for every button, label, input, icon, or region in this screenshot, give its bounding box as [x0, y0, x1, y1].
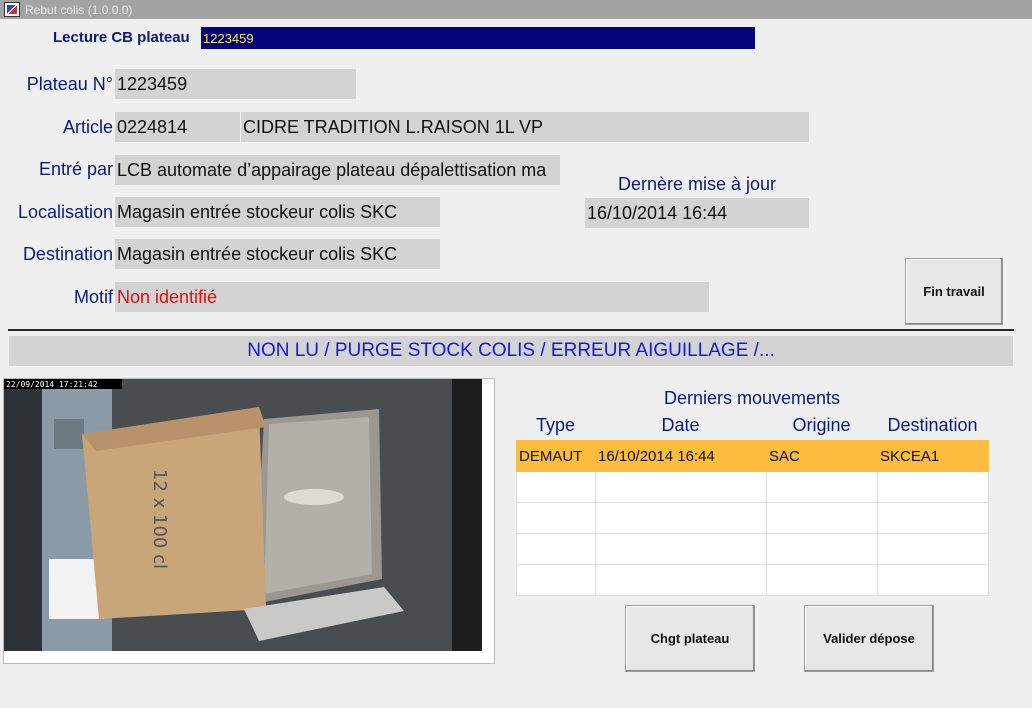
cell-origine [766, 533, 878, 565]
motif-label: Motif [73, 287, 113, 307]
camera-timestamp: 22/09/2014 17:21:42 [6, 380, 98, 389]
app-window-icon[interactable] [4, 2, 20, 17]
localisation-label: Localisation [17, 202, 113, 222]
article-code-field: 0224814 [115, 112, 240, 142]
table-row[interactable] [516, 471, 989, 503]
cell-date [595, 533, 767, 565]
plateau-field: 1223459 [115, 69, 356, 99]
cell-destination [877, 564, 989, 596]
localisation-field: Magasin entrée stockeur colis SKC [115, 197, 440, 227]
cell-date: 16/10/2014 16:44 [595, 440, 767, 472]
table-row[interactable] [516, 502, 989, 534]
col-header-destination: Destination [887, 415, 978, 435]
separator [8, 329, 1014, 331]
entre-par-label: Entré par [38, 159, 113, 179]
box-label-text: 12 x 100 cl [149, 469, 170, 569]
fin-travail-button[interactable]: Fin travail [905, 258, 1003, 325]
cell-type: DEMAUT [516, 440, 596, 472]
col-header-origine: Origine [792, 415, 851, 435]
cell-destination [877, 502, 989, 534]
movements-title: Derniers mouvements [663, 388, 841, 408]
article-label: Article [62, 117, 113, 137]
cell-type [516, 471, 596, 503]
last-update-field: 16/10/2014 16:44 [585, 198, 809, 228]
cell-destination [877, 471, 989, 503]
col-header-date: Date [661, 415, 700, 435]
cell-type [516, 502, 596, 534]
table-row[interactable]: DEMAUT 16/10/2014 16:44 SAC SKCEA1 [516, 440, 989, 472]
camera-image: 12 x 100 cl 22/09/2014 17:21:42 [4, 379, 494, 663]
cell-origine [766, 564, 878, 596]
cell-date [595, 471, 767, 503]
cell-origine: SAC [766, 440, 878, 472]
chgt-plateau-button[interactable]: Chgt plateau [625, 605, 755, 672]
table-row[interactable] [516, 564, 989, 596]
valider-depose-button[interactable]: Valider dépose [804, 605, 934, 672]
window-titlebar: Rebut colis (1.0.0.0) [0, 0, 1032, 19]
article-description-field: CIDRE TRADITION L.RAISON 1L VP [241, 112, 809, 142]
col-header-type: Type [535, 415, 576, 435]
camera-snapshot: 12 x 100 cl 22/09/2014 17:21:42 [3, 378, 495, 664]
cell-date [595, 502, 767, 534]
cell-type [516, 564, 596, 596]
table-row[interactable] [516, 533, 989, 565]
barcode-input[interactable] [201, 27, 755, 49]
plateau-label: Plateau N° [26, 74, 113, 94]
cell-date [595, 564, 767, 596]
cell-type [516, 533, 596, 565]
cell-origine [766, 502, 878, 534]
motif-field: Non identifié [115, 282, 709, 312]
destination-label: Destination [22, 244, 113, 264]
entre-par-field: LCB automate d’appairage plateau dépalet… [115, 155, 560, 185]
status-banner: NON LU / PURGE STOCK COLIS / ERREUR AIGU… [9, 336, 1013, 366]
cell-destination [877, 533, 989, 565]
last-update-label: Dernère mise à jour [617, 174, 777, 194]
destination-field: Magasin entrée stockeur colis SKC [115, 239, 440, 269]
barcode-label: Lecture CB plateau [53, 29, 190, 46]
window-title: Rebut colis (1.0.0.0) [25, 2, 133, 17]
movements-table: DEMAUT 16/10/2014 16:44 SAC SKCEA1 [516, 440, 989, 596]
cell-origine [766, 471, 878, 503]
cell-destination: SKCEA1 [877, 440, 989, 472]
